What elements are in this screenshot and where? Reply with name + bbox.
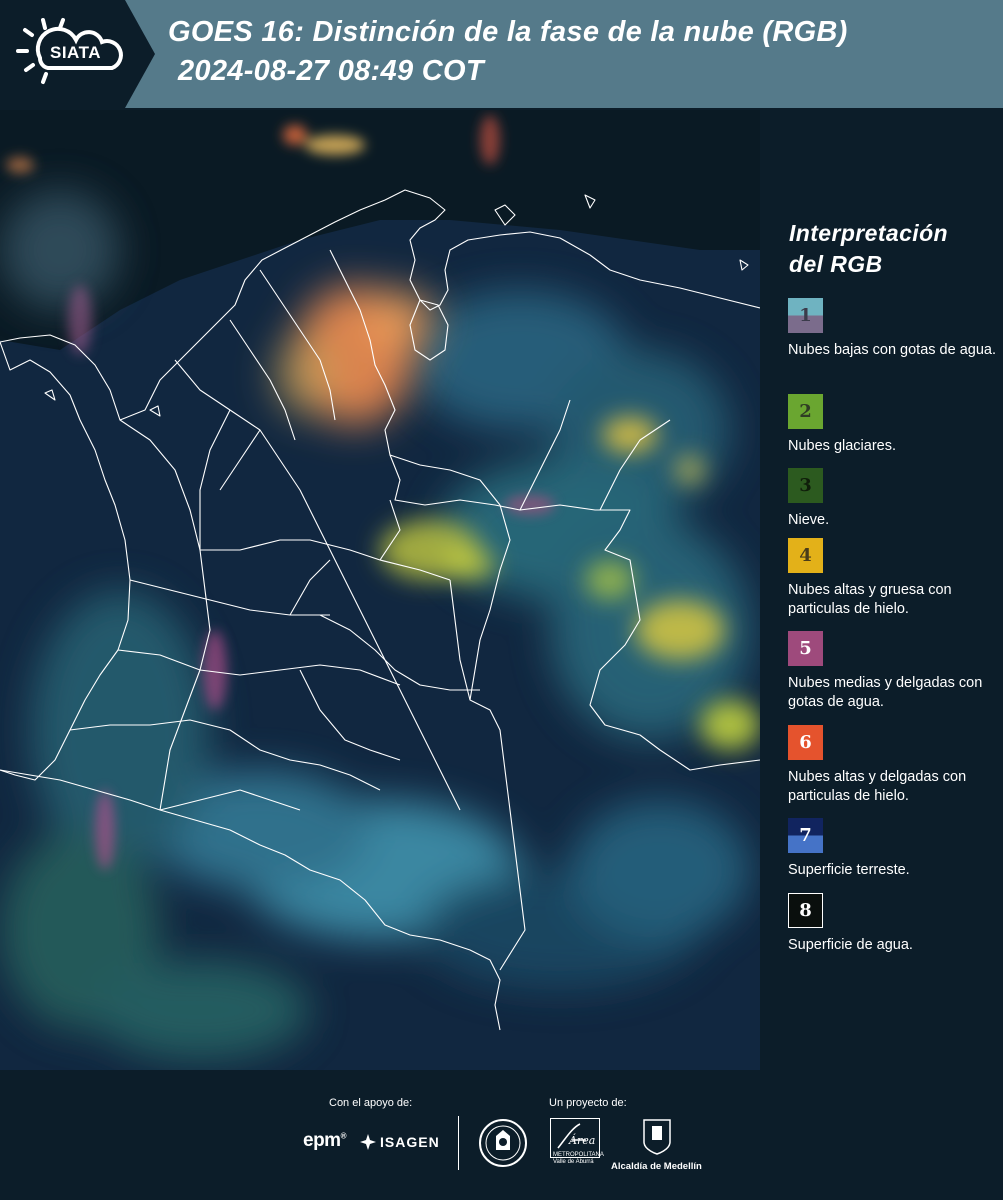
legend-panel: Interpretación del RGB 1 Nubes bajas con… <box>760 110 1003 1070</box>
siata-logo-text: SIATA <box>50 43 101 62</box>
seal-icon <box>479 1119 527 1167</box>
legend-number: 5 <box>799 638 812 659</box>
legend-swatch: 4 <box>788 538 823 573</box>
legend-title: Interpretación del RGB <box>789 218 999 280</box>
legend-item-1: 1 Nubes bajas con gotas de agua. <box>788 298 1002 360</box>
legend-item-5: 5 Nubes medias y delgadas con gotas de a… <box>788 631 1002 712</box>
isagen-logo: ISAGEN <box>380 1134 440 1150</box>
legend-number: 8 <box>799 900 812 921</box>
legend-title-line2: del RGB <box>789 251 883 277</box>
legend-number: 4 <box>799 545 812 566</box>
alcaldia-shield-icon <box>643 1119 671 1155</box>
area-name: Área <box>569 1134 596 1147</box>
timestamp: 2024-08-27 08:49 COT <box>178 55 484 87</box>
legend-label: Nubes altas y gruesa con particulas de h… <box>788 582 952 617</box>
alcaldia-label: Alcaldía de Medellín <box>611 1161 702 1172</box>
legend-label: Nubes bajas con gotas de agua. <box>788 342 996 358</box>
legend-label: Nieve. <box>788 512 830 528</box>
project-label: Un proyecto de: <box>549 1097 627 1109</box>
legend-item-7: 7 Superficie terreste. <box>788 818 1002 880</box>
legend-label: Nubes medias y delgadas con gotas de agu… <box>788 675 983 710</box>
legend-swatch: 7 <box>788 818 823 853</box>
legend-swatch: 5 <box>788 631 823 666</box>
legend-item-4: 4 Nubes altas y gruesa con particulas de… <box>788 538 1002 619</box>
legend-number: 2 <box>799 401 812 422</box>
legend-item-6: 6 Nubes altas y delgadas con particulas … <box>788 725 1002 806</box>
footer: Con el apoyo de: Un proyecto de: epm® IS… <box>0 1070 1003 1200</box>
legend-label: Nubes altas y delgadas con particulas de… <box>788 769 967 804</box>
header-banner: SIATA GOES 16: Distinción de la fase de … <box>0 0 1003 108</box>
epm-text: epm <box>303 1130 341 1151</box>
legend-item-8: 8 Superficie de agua. <box>788 893 1002 955</box>
legend-number: 7 <box>799 825 812 846</box>
epm-logo: epm® <box>303 1130 347 1151</box>
legend-swatch: 2 <box>788 394 823 429</box>
legend-title-line1: Interpretación <box>789 220 948 246</box>
support-label: Con el apoyo de: <box>329 1097 413 1109</box>
legend-item-3: 3 Nieve. <box>788 468 1002 530</box>
legend-number: 1 <box>799 305 812 326</box>
footer-divider <box>458 1116 459 1170</box>
legend-item-2: 2 Nubes glaciares. <box>788 394 1002 456</box>
area-sub1: METROPOLITANA <box>553 1152 604 1158</box>
legend-number: 3 <box>799 475 812 496</box>
satellite-map[interactable] <box>0 110 760 1070</box>
legend-number: 6 <box>799 732 812 753</box>
legend-swatch: 6 <box>788 725 823 760</box>
page-title: GOES 16: Distinción de la fase de la nub… <box>168 16 848 48</box>
legend-swatch: 3 <box>788 468 823 503</box>
legend-label: Nubes glaciares. <box>788 438 896 454</box>
legend-swatch: 1 <box>788 298 823 333</box>
legend-label: Superficie terreste. <box>788 862 910 878</box>
isagen-icon <box>360 1134 376 1150</box>
area-sub2: Valle de Aburrá <box>553 1159 594 1165</box>
siata-logo: SIATA <box>0 0 155 108</box>
legend-label: Superficie de agua. <box>788 937 913 953</box>
area-metropolitana-subtitle: Área METROPOLITANA Valle de Aburrá <box>553 1135 604 1166</box>
legend-swatch: 8 <box>788 893 823 928</box>
